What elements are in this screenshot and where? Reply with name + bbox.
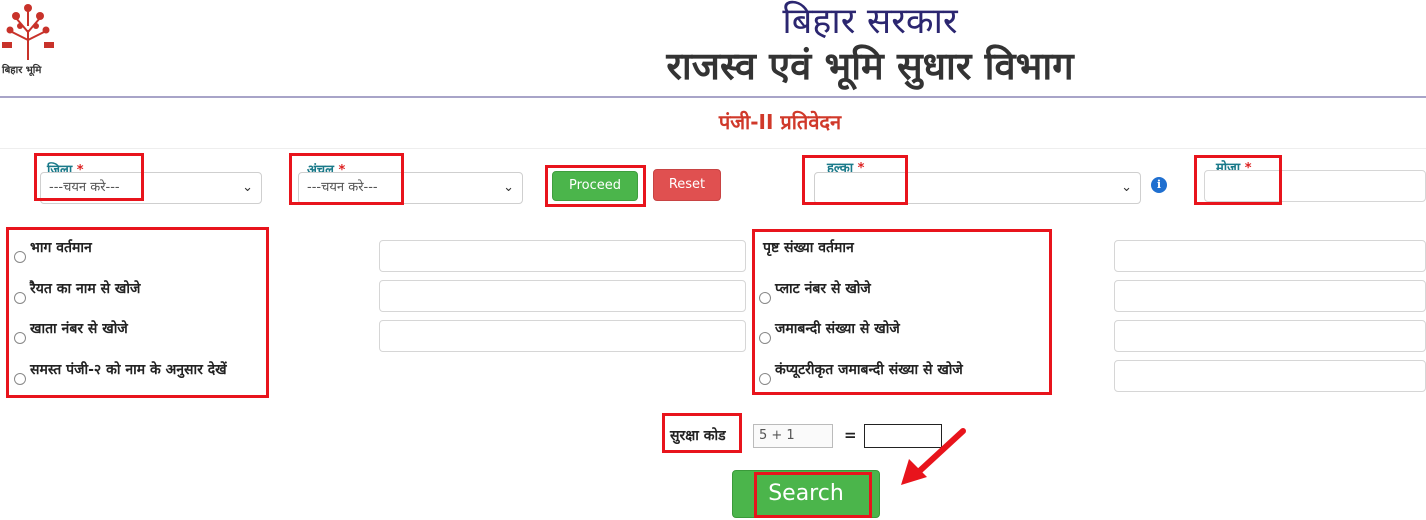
option-label: भाग वर्तमान: [30, 240, 92, 256]
proceed-button[interactable]: Proceed: [552, 171, 638, 201]
raiyat-name-input[interactable]: [379, 280, 746, 312]
tree-emblem-icon: [2, 4, 54, 60]
captcha-question: 5 + 1: [753, 424, 833, 448]
circle-select[interactable]: ---चयन करे--- ⌄: [298, 172, 523, 204]
option-label: कंप्यूटरीकृत जमाबन्दी संख्या से खोजे: [775, 362, 963, 378]
annotation-arrow-icon: [901, 428, 966, 485]
khata-number-input[interactable]: [379, 320, 746, 352]
chevron-down-icon: ⌄: [1121, 180, 1132, 195]
section-divider: [0, 148, 1426, 149]
computerized-jamabandi-input[interactable]: [1114, 360, 1426, 392]
govt-title: बिहार सरकार: [782, 1, 958, 42]
radio-jamabandi-number[interactable]: [759, 332, 771, 344]
circle-select-value: ---चयन करे---: [307, 180, 378, 195]
plot-number-input[interactable]: [1114, 280, 1426, 312]
option-label: समस्त पंजी-२ को नाम के अनुसार देखें: [30, 362, 227, 378]
bhag-vartaman-input[interactable]: [379, 240, 746, 272]
option-label: पृष्ट संख्या वर्तमान: [763, 240, 854, 256]
radio-computerized-jamabandi[interactable]: [759, 373, 771, 385]
header-divider: [0, 96, 1426, 98]
district-select[interactable]: ---चयन करे--- ⌄: [40, 172, 262, 204]
option-label: रैयत का नाम से खोजे: [30, 281, 141, 297]
logo-caption: बिहार भूमि: [2, 65, 42, 76]
radio-plot-number[interactable]: [759, 292, 771, 304]
chevron-down-icon: ⌄: [503, 180, 514, 195]
jamabandi-number-input[interactable]: [1114, 320, 1426, 352]
chevron-down-icon: ⌄: [242, 180, 253, 195]
captcha-label: सुरक्षा कोड: [670, 428, 726, 444]
info-icon[interactable]: i: [1151, 177, 1167, 193]
radio-raiyat-name[interactable]: [14, 292, 26, 304]
reset-button[interactable]: Reset: [653, 169, 721, 201]
district-select-value: ---चयन करे---: [49, 180, 120, 195]
halka-select[interactable]: ⌄: [814, 172, 1141, 204]
radio-all-panji-by-name[interactable]: [14, 373, 26, 385]
mauja-input[interactable]: [1204, 170, 1426, 202]
radio-bhag-vartaman[interactable]: [14, 251, 26, 263]
department-title: राजस्व एवं भूमि सुधार विभाग: [666, 43, 1074, 88]
option-label: खाता नंबर से खोजे: [30, 321, 128, 337]
page-number-input[interactable]: [1114, 240, 1426, 272]
option-label: प्लाट नंबर से खोजे: [775, 281, 871, 297]
radio-khata-number[interactable]: [14, 332, 26, 344]
equals-sign: =: [844, 426, 857, 444]
option-label: जमाबन्दी संख्या से खोजे: [775, 321, 900, 337]
page-title: पंजी-II प्रतिवेदन: [718, 110, 842, 134]
search-button[interactable]: Search: [732, 470, 880, 518]
